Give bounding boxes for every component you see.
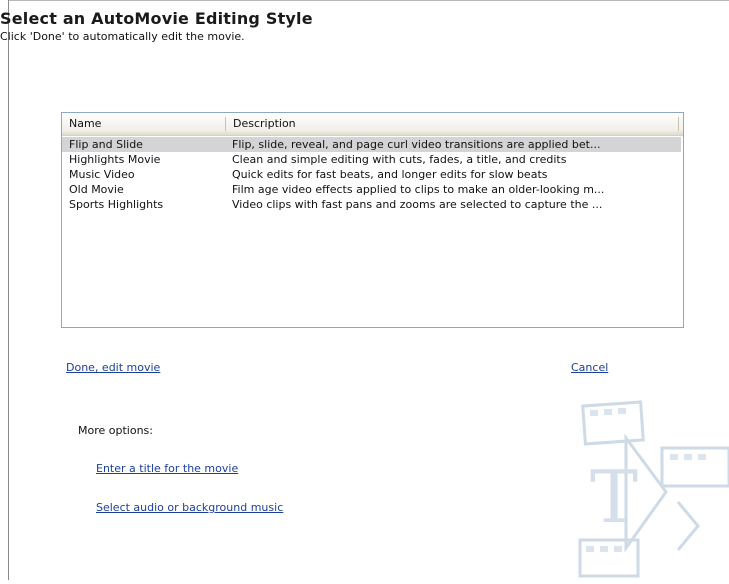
watermark-graphic: T [578, 400, 729, 578]
list-item-description: Clean and simple editing with cuts, fade… [232, 153, 567, 166]
list-item[interactable]: Old Movie Film age video effects applied … [62, 182, 681, 197]
column-divider[interactable] [678, 117, 679, 131]
window-top-edge [8, 0, 729, 1]
editing-style-list[interactable]: Name Description Flip and Slide Flip, sli… [61, 112, 684, 328]
list-header: Name Description [62, 113, 683, 136]
list-item[interactable]: Music Video Quick edits for fast beats, a… [62, 167, 681, 182]
list-item-name: Old Movie [69, 183, 124, 196]
select-audio-link[interactable]: Select audio or background music [96, 501, 283, 514]
cancel-link[interactable]: Cancel [571, 361, 608, 374]
list-item[interactable]: Flip and Slide Flip, slide, reveal, and p… [62, 137, 681, 152]
window-left-edge [8, 0, 9, 580]
column-header-description[interactable]: Description [226, 113, 666, 135]
list-item[interactable]: Highlights Movie Clean and simple editing… [62, 152, 681, 167]
page-subtitle: Click 'Done' to automatically edit the m… [0, 30, 245, 43]
list-item-description: Film age video effects applied to clips … [232, 183, 605, 196]
enter-title-link[interactable]: Enter a title for the movie [96, 462, 238, 475]
list-item-name: Highlights Movie [69, 153, 161, 166]
list-item[interactable]: Sports Highlights Video clips with fast p… [62, 197, 681, 212]
list-item-description: Quick edits for fast beats, and longer e… [232, 168, 548, 181]
more-options-label: More options: [78, 424, 153, 437]
page-title: Select an AutoMovie Editing Style [0, 9, 313, 28]
list-item-name: Flip and Slide [69, 138, 143, 151]
column-header-name[interactable]: Name [62, 113, 225, 135]
list-item-name: Music Video [69, 168, 135, 181]
watermark-glyph: T [590, 455, 638, 539]
film-strip-title-icon: T [566, 398, 729, 584]
list-item-description: Video clips with fast pans and zooms are… [232, 198, 603, 211]
list-item-description: Flip, slide, reveal, and page curl video… [232, 138, 601, 151]
done-edit-movie-link[interactable]: Done, edit movie [66, 361, 160, 374]
list-item-name: Sports Highlights [69, 198, 164, 211]
